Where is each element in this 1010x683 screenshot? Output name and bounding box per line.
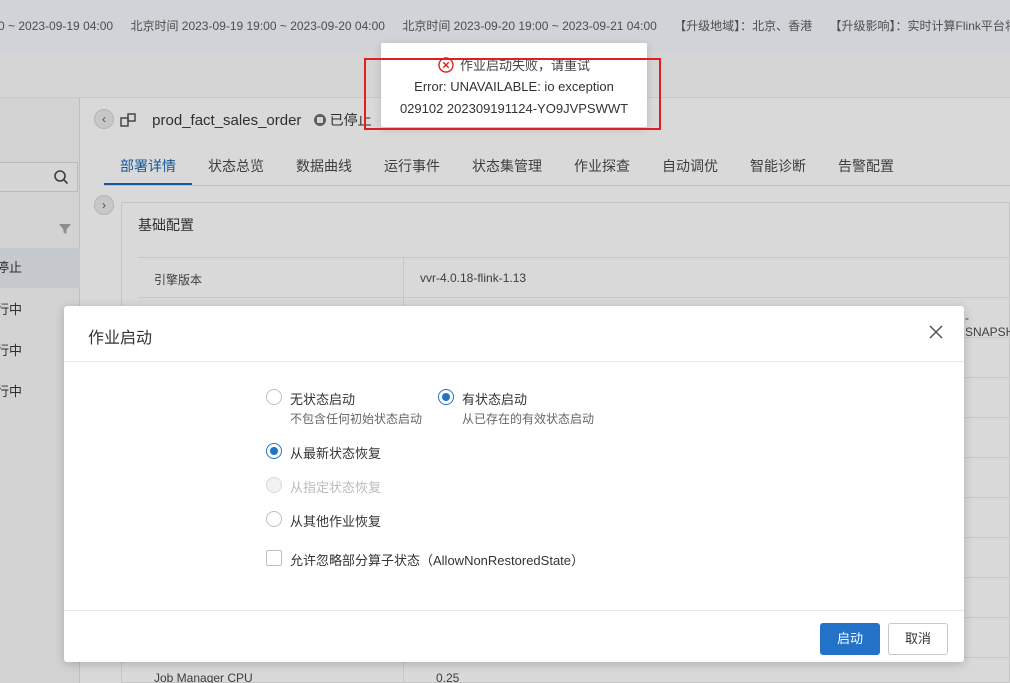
close-icon[interactable] — [928, 324, 944, 340]
stateless-start-desc: 不包含任何初始状态启动 — [290, 412, 423, 426]
dialog-footer: 启动 取消 — [64, 610, 964, 662]
restore-specified-label[interactable]: 从指定状态恢复 — [290, 477, 381, 496]
annotation-highlight-box — [364, 58, 661, 130]
stateless-start-radio[interactable] — [266, 389, 282, 405]
allow-non-restored-checkbox[interactable] — [266, 550, 282, 566]
restore-latest-label[interactable]: 从最新状态恢复 — [290, 443, 381, 462]
restore-specified-radio[interactable] — [266, 477, 282, 493]
dialog-title: 作业启动 — [88, 330, 153, 347]
restore-other-job-label[interactable]: 从其他作业恢复 — [290, 511, 381, 530]
stateful-start-desc: 从已存在的有效状态启动 — [462, 412, 595, 426]
stateless-start-label[interactable]: 无状态启动 — [290, 389, 355, 408]
dialog-header: 作业启动 — [64, 306, 964, 362]
start-button[interactable]: 启动 — [820, 623, 880, 655]
restore-other-job-radio[interactable] — [266, 511, 282, 527]
allow-non-restored-label[interactable]: 允许忽略部分算子状态（AllowNonRestoredState） — [290, 550, 584, 569]
stateful-start-radio[interactable] — [438, 389, 454, 405]
restore-latest-radio[interactable] — [266, 443, 282, 459]
cancel-button[interactable]: 取消 — [888, 623, 948, 655]
stateful-start-label[interactable]: 有状态启动 — [462, 389, 527, 408]
start-job-dialog: 作业启动 无状态启动 不包含任何初始状态启动 有状态启动 从已存在的有效状态启动… — [64, 306, 964, 662]
